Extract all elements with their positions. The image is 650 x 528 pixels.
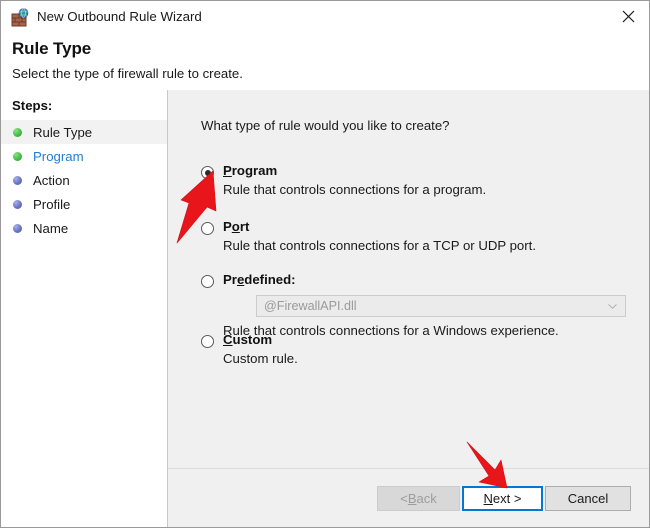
next-button[interactable]: Next >: [462, 486, 543, 511]
sidebar-step-rule-type: Rule Type: [1, 120, 167, 144]
new-outbound-rule-wizard-window: New Outbound Rule Wizard Rule Type Selec…: [0, 0, 650, 528]
sidebar-step-label: Rule Type: [33, 124, 93, 140]
program-description: Rule that controls connections for a pro…: [223, 182, 487, 197]
sidebar-step-action: Action: [1, 168, 167, 192]
predefined-radio[interactable]: [201, 275, 214, 288]
step-bullet-icon: [13, 223, 22, 233]
port-radio[interactable]: [201, 222, 214, 235]
question-text: What type of rule would you like to crea…: [201, 118, 450, 133]
page-header: Rule Type Select the type of firewall ru…: [1, 33, 649, 90]
sidebar-step-label: Profile: [33, 196, 71, 212]
sidebar-step-profile: Profile: [1, 192, 167, 216]
program-radio-label[interactable]: Program: [223, 163, 277, 178]
sidebar-step-program[interactable]: Program: [1, 144, 167, 168]
close-icon: [622, 10, 634, 23]
back-button[interactable]: < Back: [377, 486, 460, 511]
close-button[interactable]: [605, 1, 649, 32]
firewall-globe-icon: [11, 8, 30, 27]
predefined-description: Rule that controls connections for a Win…: [223, 323, 559, 338]
step-bullet-icon: [13, 151, 22, 161]
step-bullet-icon: [13, 199, 22, 209]
sidebar-step-label: Name: [33, 220, 69, 236]
sidebar-step-label: Program: [33, 148, 84, 164]
custom-radio[interactable]: [201, 335, 214, 348]
predefined-radio-label[interactable]: Predefined:: [223, 272, 296, 287]
program-radio[interactable]: [201, 166, 214, 179]
port-radio-label[interactable]: Port: [223, 219, 249, 234]
window-title: New Outbound Rule Wizard: [37, 9, 202, 24]
steps-sidebar: Steps: Rule Type Program Action Profile Name: [1, 90, 168, 527]
port-description: Rule that controls connections for a TCP…: [223, 238, 536, 253]
custom-radio-label[interactable]: Custom: [223, 332, 272, 347]
chevron-down-icon: [608, 304, 617, 309]
custom-description: Custom rule.: [223, 351, 298, 366]
cancel-button[interactable]: Cancel: [545, 486, 631, 511]
title-bar: New Outbound Rule Wizard: [1, 1, 649, 33]
sidebar-step-name: Name: [1, 216, 167, 240]
step-bullet-icon: [13, 127, 22, 137]
button-bar: < Back Next > Cancel: [168, 468, 649, 527]
steps-label: Steps:: [12, 98, 53, 113]
predefined-combobox[interactable]: @FirewallAPI.dll: [256, 295, 626, 317]
step-bullet-icon: [13, 175, 22, 185]
predefined-combobox-value: @FirewallAPI.dll: [264, 299, 357, 313]
main-content: What type of rule would you like to crea…: [168, 90, 649, 468]
steps-list: Rule Type Program Action Profile Name: [1, 120, 167, 240]
page-subtitle: Select the type of firewall rule to crea…: [12, 66, 243, 81]
sidebar-step-label: Action: [33, 172, 70, 188]
page-title: Rule Type: [12, 39, 92, 58]
